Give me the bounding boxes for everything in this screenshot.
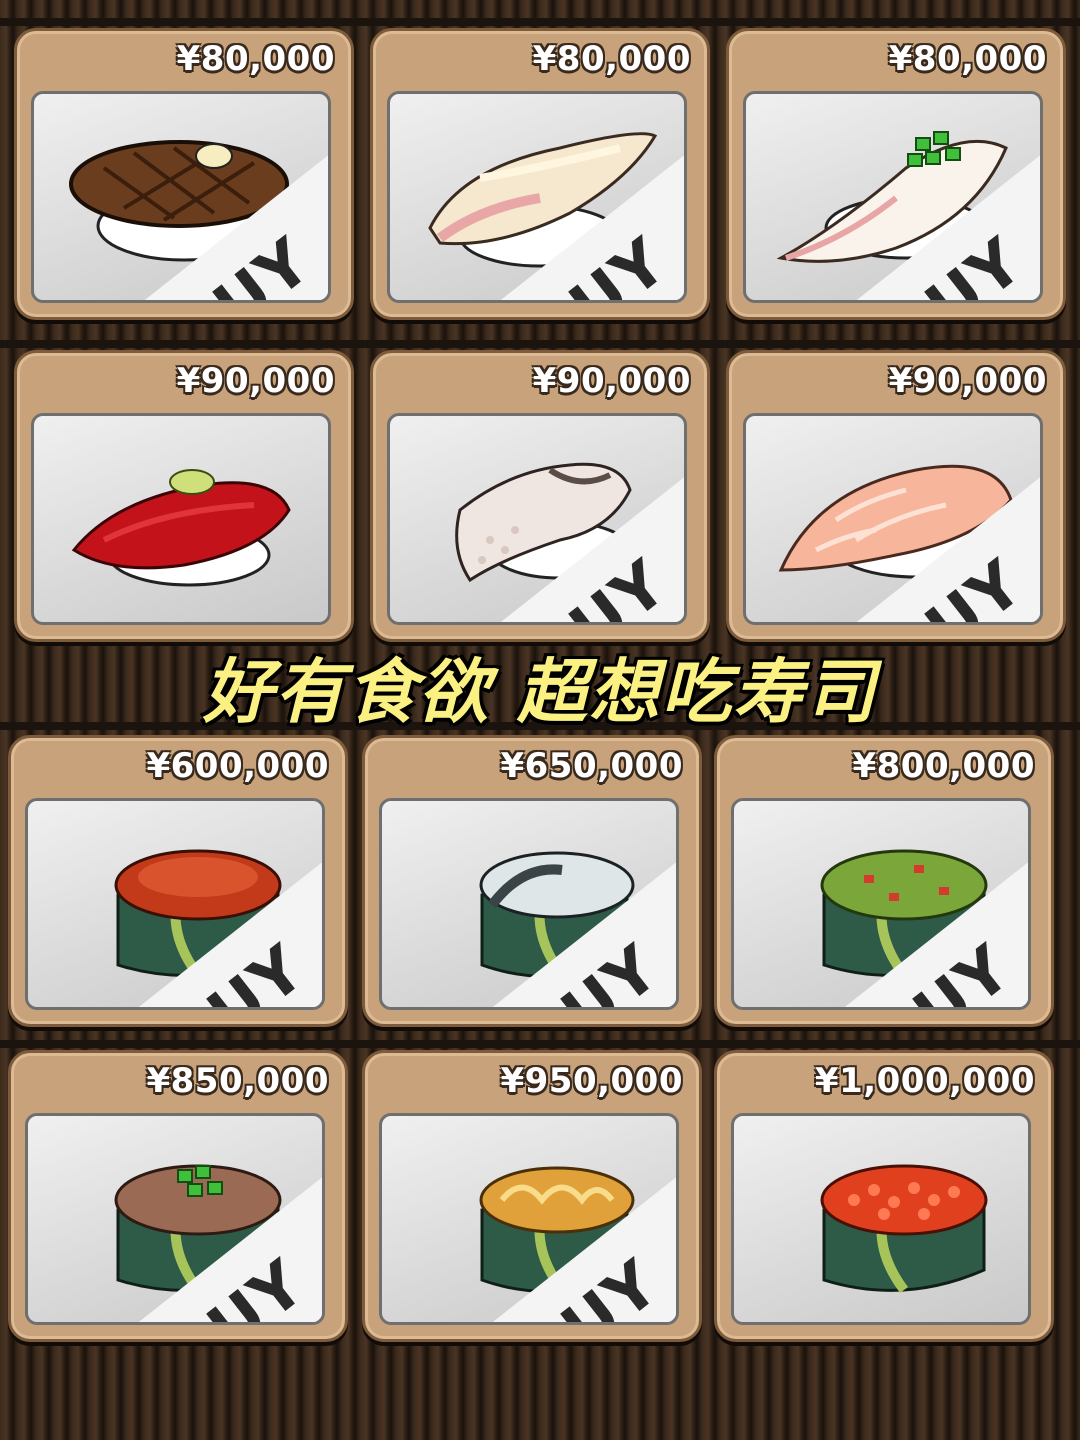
item-plate: BUY <box>31 413 331 625</box>
tuna-nigiri-icon <box>71 469 291 587</box>
salmon-roe-gunkan-icon <box>820 1164 988 1293</box>
buy-button[interactable]: BUY <box>489 1175 676 1322</box>
shop-item-card[interactable]: ¥90,000 BUY <box>14 350 354 642</box>
buy-button[interactable]: BUY <box>141 153 328 300</box>
item-plate: BUY <box>743 413 1043 625</box>
item-plate: BUY <box>387 91 687 303</box>
shop-item-card[interactable]: ¥80,000 BUY <box>370 28 710 320</box>
shop-item-card[interactable]: ¥800,000 BUY <box>714 735 1054 1027</box>
shop-item-card[interactable]: ¥80,000 BUY <box>726 28 1066 320</box>
item-plate: BUY <box>731 798 1031 1010</box>
item-plate: BUY <box>25 798 325 1010</box>
buy-button[interactable]: BUY <box>135 860 322 1007</box>
shelf-divider <box>0 340 1080 348</box>
item-price: ¥800,000 <box>852 746 1035 786</box>
shop-item-card[interactable]: ¥90,000 BUY <box>726 350 1066 642</box>
item-plate: BUY <box>379 798 679 1010</box>
item-price: ¥650,000 <box>500 746 683 786</box>
item-plate <box>731 1113 1031 1325</box>
item-price: ¥80,000 <box>888 39 1047 79</box>
shop-item-card[interactable]: ¥650,000 BUY <box>362 735 702 1027</box>
shop-item-card[interactable]: ¥80,000 BUY <box>14 28 354 320</box>
buy-button[interactable]: BUY <box>489 860 676 1007</box>
item-price: ¥80,000 <box>532 39 691 79</box>
item-plate: BUY <box>387 413 687 625</box>
shop-item-card[interactable]: ¥850,000 BUY <box>8 1050 348 1342</box>
buy-button[interactable]: BUY <box>853 475 1040 622</box>
shelf-divider <box>0 1040 1080 1048</box>
buy-button[interactable]: BUY <box>497 475 684 622</box>
item-plate: BUY <box>31 91 331 303</box>
shop-item-card[interactable]: ¥600,000 BUY <box>8 735 348 1027</box>
item-price: ¥600,000 <box>146 746 329 786</box>
item-price: ¥950,000 <box>500 1061 683 1101</box>
buy-button[interactable]: BUY <box>135 1175 322 1322</box>
item-price: ¥90,000 <box>532 361 691 401</box>
item-plate: BUY <box>743 91 1043 303</box>
buy-button[interactable]: BUY <box>841 860 1028 1007</box>
item-price: ¥850,000 <box>146 1061 329 1101</box>
item-plate: BUY <box>25 1113 325 1325</box>
item-price: ¥80,000 <box>176 39 335 79</box>
caption-banner: 好有食欲 超想吃寿司 <box>202 651 878 733</box>
buy-button[interactable]: BUY <box>853 153 1040 300</box>
item-price: ¥90,000 <box>888 361 1047 401</box>
item-price: ¥90,000 <box>176 361 335 401</box>
shop-item-card[interactable]: ¥90,000 BUY <box>370 350 710 642</box>
item-plate: BUY <box>379 1113 679 1325</box>
shop-item-card[interactable]: ¥1,000,000 <box>714 1050 1054 1342</box>
buy-button[interactable]: BUY <box>497 153 684 300</box>
shop-item-card[interactable]: ¥950,000 BUY <box>362 1050 702 1342</box>
shelf-divider <box>0 18 1080 26</box>
item-price: ¥1,000,000 <box>814 1061 1035 1101</box>
